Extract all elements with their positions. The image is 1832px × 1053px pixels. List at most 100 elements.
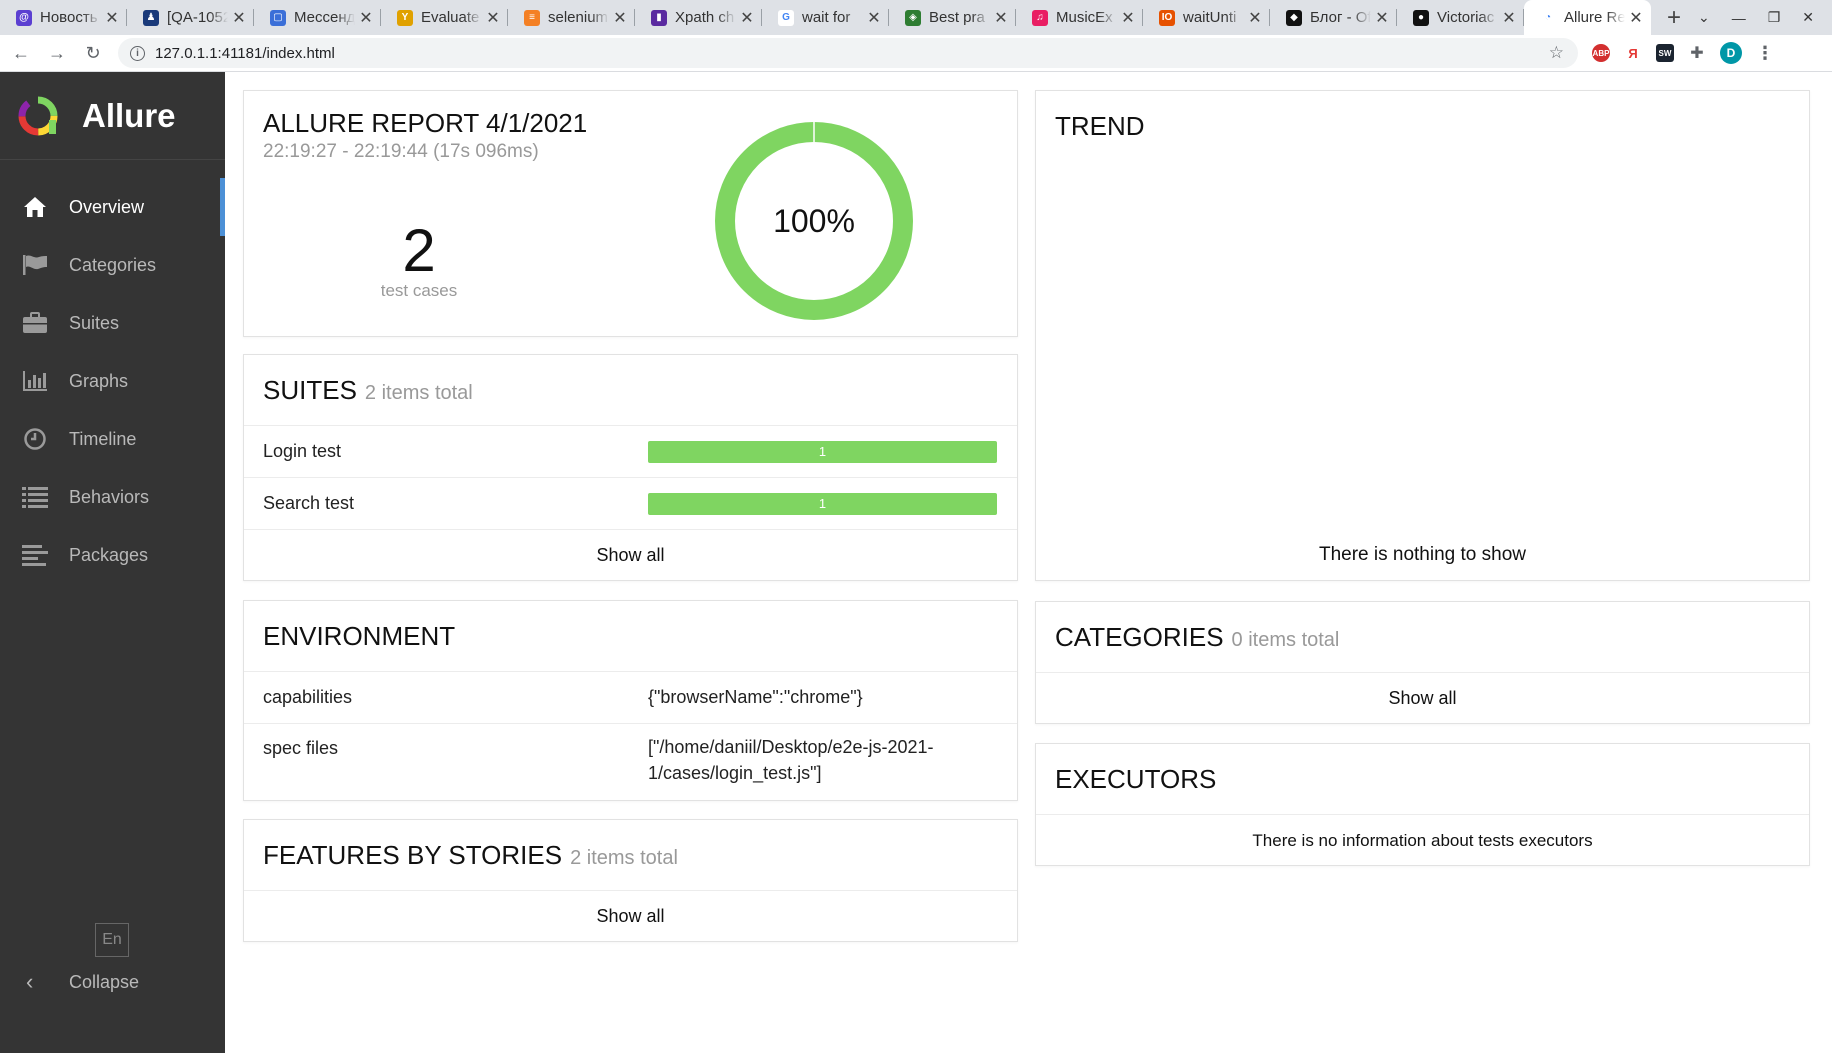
trend-empty-message: There is nothing to show <box>1318 544 1526 565</box>
sidebar-item-overview[interactable]: Overview <box>0 178 225 236</box>
sidebar-item-label: Graphs <box>69 370 129 391</box>
collapse-button[interactable]: ‹ Collapse <box>26 969 139 995</box>
suite-status-bar[interactable]: 1 <box>648 492 997 515</box>
browser-menu-icon[interactable]: ⋮ <box>1756 43 1774 63</box>
align-left-icon <box>22 543 48 567</box>
categories-show-all-link[interactable]: Show all <box>1036 672 1809 724</box>
tab-close-icon[interactable]: ✕ <box>359 8 373 28</box>
env-key: spec files <box>263 738 339 758</box>
categories-header: CATEGORIES 0 items total <box>1036 602 1809 672</box>
tab-close-icon[interactable]: ✕ <box>994 8 1008 28</box>
window-controls: ⌄ — ❐ ✕ <box>1698 0 1832 35</box>
tab-close-icon[interactable]: ✕ <box>1121 8 1135 28</box>
flag-icon <box>22 253 48 277</box>
home-icon <box>22 195 48 219</box>
tab-favicon-icon: ♫ <box>1032 9 1048 26</box>
sidebar-item-label: Timeline <box>69 428 137 449</box>
nav-menu: Overview Categories Suites Graphs Timeli… <box>0 178 225 584</box>
forward-button[interactable]: → <box>42 43 72 64</box>
tab-favicon-icon: G <box>778 9 794 26</box>
minimize-button[interactable]: — <box>1732 10 1746 26</box>
list-icon <box>22 485 48 509</box>
executors-title: EXECUTORS <box>1055 763 1217 794</box>
site-info-icon[interactable]: i <box>130 45 145 61</box>
url-text: 127.0.1.1:41181/index.html <box>155 44 335 62</box>
pass-rate-donut[interactable]: 100% <box>714 121 914 321</box>
tab-title: selenium <box>548 9 609 26</box>
categories-subtitle: 0 items total <box>1231 628 1340 651</box>
tab-favicon-icon: ◆ <box>1286 9 1302 26</box>
back-button[interactable]: ← <box>6 43 36 64</box>
browser-tab[interactable]: ◆ Блог - Of ✕ <box>1270 0 1397 35</box>
test-cases-count: 2 <box>402 217 436 284</box>
tab-favicon-icon: ▢ <box>270 9 286 26</box>
sidebar-item-timeline[interactable]: Timeline <box>0 410 225 468</box>
tab-close-icon[interactable]: ✕ <box>1629 8 1643 28</box>
env-key: capabilities <box>263 687 353 707</box>
browser-tab[interactable]: ♫ MusicEx ✕ <box>1016 0 1143 35</box>
tab-close-icon[interactable]: ✕ <box>486 8 500 28</box>
suite-status-bar[interactable]: 1 <box>648 440 997 463</box>
features-widget: FEATURES BY STORIES 2 items total Show a… <box>243 819 1018 942</box>
tab-close-icon[interactable]: ✕ <box>740 8 754 28</box>
table-row[interactable]: Search test 1 <box>244 477 1017 529</box>
tab-close-icon[interactable]: ✕ <box>867 8 881 28</box>
browser-tab[interactable]: ◔ Allure Re ✕ <box>1524 0 1651 35</box>
bookmark-star-icon[interactable]: ☆ <box>1549 43 1564 63</box>
browser-tab[interactable]: ◈ Best pra ✕ <box>889 0 1016 35</box>
browser-tab[interactable]: Gwait for ✕ <box>762 0 889 35</box>
sidebar-item-graphs[interactable]: Graphs <box>0 352 225 410</box>
features-show-all-link[interactable]: Show all <box>244 890 1017 942</box>
features-title: FEATURES BY STORIES <box>263 839 563 870</box>
sidebar-item-packages[interactable]: Packages <box>0 526 225 584</box>
tab-search-icon[interactable]: ⌄ <box>1698 9 1710 26</box>
browser-tab[interactable]: ▮ Xpath ch ✕ <box>635 0 762 35</box>
trend-title: TREND <box>1055 110 1145 141</box>
language-switcher[interactable]: En <box>95 923 129 957</box>
table-row[interactable]: Login test 1 <box>244 425 1017 477</box>
browser-tab[interactable]: ≡ selenium ✕ <box>508 0 635 35</box>
tab-close-icon[interactable]: ✕ <box>1375 8 1389 28</box>
browser-tab[interactable]: @ Новость ✕ <box>0 0 127 35</box>
browser-tab[interactable]: IO waitUnti ✕ <box>1143 0 1270 35</box>
sidebar-item-categories[interactable]: Categories <box>0 236 225 294</box>
new-tab-button[interactable]: + <box>1657 0 1691 35</box>
sidebar-item-label: Behaviors <box>69 486 150 507</box>
profile-avatar[interactable]: D <box>1720 42 1742 64</box>
browser-tab[interactable]: ♟ [QA-1052]✕ <box>127 0 254 35</box>
adblock-extension-icon[interactable]: ABP <box>1592 44 1610 62</box>
tab-title: waitUnti <box>1183 9 1237 26</box>
suites-subtitle: 2 items total <box>364 381 473 404</box>
tab-close-icon[interactable]: ✕ <box>105 8 119 28</box>
tab-favicon-icon: ♟ <box>143 9 159 26</box>
extensions-area: ABP Я SW ✚ D ⋮ <box>1592 42 1774 64</box>
browser-tab[interactable]: ● Victoriac ✕ <box>1397 0 1524 35</box>
yandex-extension-icon[interactable]: Я <box>1624 44 1642 62</box>
tab-close-icon[interactable]: ✕ <box>1248 8 1262 28</box>
sidebar-item-behaviors[interactable]: Behaviors <box>0 468 225 526</box>
table-row: capabilities {"browserName":"chrome"} <box>244 671 1017 723</box>
tab-close-icon[interactable]: ✕ <box>613 8 627 28</box>
browser-tab[interactable]: ▢ Мессенджер✕ <box>254 0 381 35</box>
sw-extension-icon[interactable]: SW <box>1656 44 1674 62</box>
reload-button[interactable]: ↻ <box>78 43 108 64</box>
tab-title: MusicEx <box>1056 9 1113 26</box>
tab-list: @Новость✕♟[QA-1052]✕▢Мессенджер✕YEvaluat… <box>0 0 1651 35</box>
tab-title: Allure Re <box>1564 9 1625 26</box>
close-window-button[interactable]: ✕ <box>1802 9 1814 26</box>
chevron-left-icon: ‹ <box>26 969 34 994</box>
suite-name: Search test <box>263 493 355 513</box>
brand[interactable]: Allure <box>0 72 225 160</box>
puzzle-icon[interactable]: ✚ <box>1688 44 1706 62</box>
suites-show-all-link[interactable]: Show all <box>244 529 1017 581</box>
browser-tab[interactable]: Y Evaluate ✕ <box>381 0 508 35</box>
maximize-button[interactable]: ❐ <box>1768 9 1781 26</box>
tab-close-icon[interactable]: ✕ <box>232 8 246 28</box>
environment-widget: ENVIRONMENT capabilities {"browserName":… <box>243 600 1018 801</box>
tab-title: Блог - Of <box>1310 9 1371 26</box>
address-bar[interactable]: i 127.0.1.1:41181/index.html ☆ <box>118 38 1578 68</box>
tab-close-icon[interactable]: ✕ <box>1502 8 1516 28</box>
features-header: FEATURES BY STORIES 2 items total <box>244 820 1017 890</box>
sidebar-item-suites[interactable]: Suites <box>0 294 225 352</box>
tab-favicon-icon: @ <box>16 9 32 26</box>
